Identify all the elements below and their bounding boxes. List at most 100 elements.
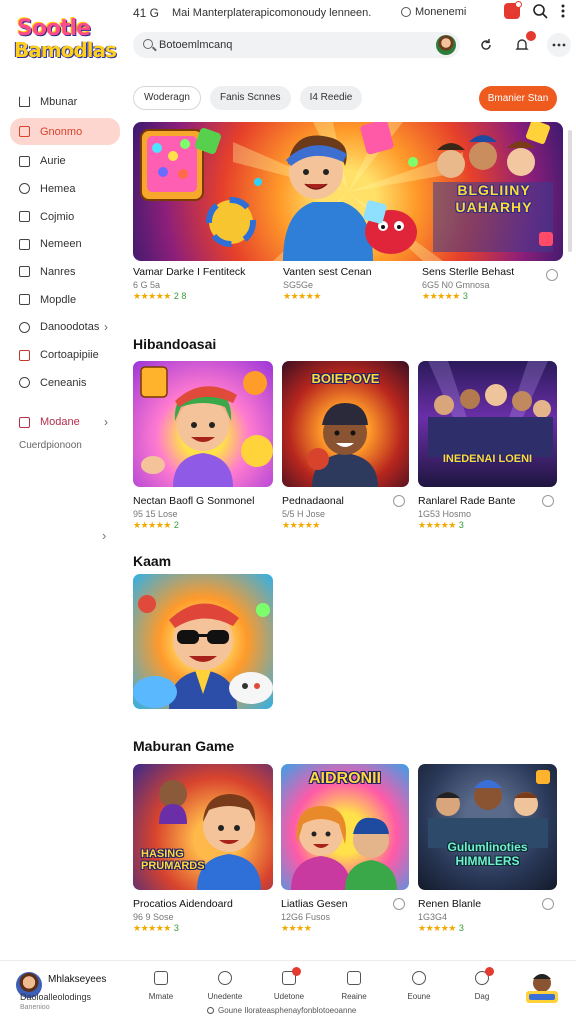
sidebar-item-4[interactable]: Cojmio bbox=[10, 203, 120, 231]
search-icon[interactable] bbox=[532, 3, 548, 19]
search-input[interactable] bbox=[159, 36, 419, 54]
more-options-icon[interactable] bbox=[542, 495, 554, 507]
search-bar[interactable] bbox=[133, 32, 460, 58]
search-icon bbox=[143, 39, 153, 49]
status-left-text: 41 G bbox=[133, 6, 160, 20]
game-meta: 96 9 Sose bbox=[133, 912, 174, 922]
nav-item-0[interactable]: Mmate bbox=[131, 971, 191, 1001]
filter-chip[interactable]: I4 Reedie bbox=[299, 86, 363, 110]
scrollbar[interactable] bbox=[568, 130, 572, 252]
sidebar-item-5[interactable]: Nemeen bbox=[10, 230, 120, 258]
notification-icon[interactable] bbox=[504, 1, 522, 19]
more-options-icon[interactable] bbox=[546, 269, 558, 281]
nav-item-2[interactable]: Udetone bbox=[259, 967, 319, 1001]
rating-number: 3 bbox=[458, 520, 464, 530]
app-logo[interactable]: Sootle Bamodlas bbox=[14, 16, 117, 66]
status-right: Monenemi bbox=[401, 6, 466, 18]
nav-label: Mmate bbox=[148, 992, 174, 1001]
chat-icon bbox=[19, 183, 30, 195]
nav-item-1[interactable]: Unedente bbox=[195, 971, 255, 1001]
game-card[interactable]: Sens Sterlle Behast 6G5 N0 Gmnosa ★★★★★ 3 bbox=[422, 266, 562, 302]
rating-number: 3 bbox=[458, 923, 464, 933]
home-icon bbox=[154, 971, 168, 985]
mail-icon bbox=[19, 266, 30, 278]
more-options-icon[interactable] bbox=[393, 495, 405, 507]
game-card[interactable]: Vamar Darke I Fentiteck 6 G 5a ★★★★★ 2 8 bbox=[133, 266, 273, 302]
game-title: Procatios Aidendoard bbox=[133, 898, 233, 910]
game-card[interactable]: HASING PRUMARDS Procatios Aidendoard 96 … bbox=[133, 764, 273, 934]
sidebar-item-10[interactable]: Ceneanis bbox=[10, 369, 120, 397]
more-options-icon[interactable] bbox=[393, 898, 405, 910]
game-card[interactable]: INEDENAI LOENI Ranlarel Rade Bante 1G53 … bbox=[418, 361, 558, 531]
game-rating: ★★★★★ 3 bbox=[422, 291, 562, 302]
header-actions bbox=[475, 31, 571, 57]
game-card[interactable]: Nectan Baofl G Sonmonel 95 15 Lose ★★★★★… bbox=[133, 361, 273, 531]
game-thumbnail bbox=[133, 574, 273, 709]
sidebar-item-label: Hemea bbox=[40, 182, 76, 195]
people-icon bbox=[218, 971, 232, 985]
alert-badge bbox=[526, 31, 536, 41]
filter-chip[interactable]: Fanis Scnnes bbox=[209, 86, 291, 110]
game-thumbnail: BOIEPOVE bbox=[282, 361, 409, 487]
user-subtitle: Daoloalleolodings bbox=[20, 992, 92, 1002]
nav-item-3[interactable]: Reaine bbox=[324, 971, 384, 1001]
game-rating: ★★★★★ 3 bbox=[133, 923, 273, 934]
download-icon bbox=[347, 971, 361, 985]
rating-stars: ★★★★★ bbox=[283, 291, 321, 301]
game-card[interactable]: BOIEPOVE Pednadaonal 5/5 H Jose ★★★★★ bbox=[282, 361, 409, 531]
nav-label: Dag bbox=[474, 992, 490, 1001]
sidebar-footer-label[interactable]: Cuerdpionoon bbox=[10, 436, 120, 456]
profile-game-thumbnail[interactable] bbox=[524, 969, 560, 1005]
chevron-right-icon: › bbox=[104, 415, 108, 430]
sidebar-item-1[interactable]: Gnonmo bbox=[10, 117, 120, 146]
sidebar: Mbunar Gnonmo Aurie Hemea Cojmio Nemeen … bbox=[10, 88, 120, 456]
sidebar-item-6[interactable]: Nanres bbox=[10, 258, 120, 286]
sidebar-item-11[interactable]: Modane › bbox=[10, 409, 120, 437]
sidebar-item-7[interactable]: Mopdle bbox=[10, 286, 120, 314]
sidebar-item-label: Modane bbox=[40, 416, 80, 429]
bag-icon bbox=[19, 349, 30, 361]
game-card[interactable]: AIDRONII Liatlias Gesen 12G6 Fusos ★★★★ bbox=[281, 764, 409, 934]
chat-icon bbox=[475, 967, 494, 985]
filter-chip[interactable]: Woderagn bbox=[133, 86, 201, 110]
rating-number: 3 bbox=[173, 923, 179, 933]
game-rating: ★★★★★ bbox=[282, 520, 409, 531]
chevron-right-icon[interactable]: › bbox=[102, 528, 106, 543]
section-title: Hibandoasai bbox=[133, 336, 217, 352]
banner-cta-button[interactable]: Bmanier Stan bbox=[479, 86, 557, 111]
sidebar-item-0[interactable]: Mbunar bbox=[10, 88, 120, 116]
game-card[interactable]: Gulumlinoties HIMMLERS Renen Blanle 1G3G… bbox=[418, 764, 558, 934]
sidebar-item-3[interactable]: Hemea bbox=[10, 175, 120, 203]
nav-item-5[interactable]: Dag bbox=[452, 967, 512, 1001]
game-art bbox=[428, 770, 550, 848]
game-meta: 6G5 N0 Gmnosa bbox=[422, 280, 490, 290]
nav-badge bbox=[292, 967, 301, 976]
rating-number: 2 bbox=[173, 520, 179, 530]
app-window: 41 G Mai Manterplaterapicomonoudy lennee… bbox=[0, 0, 576, 1024]
sidebar-item-label: Gnonmo bbox=[40, 125, 83, 138]
sidebar-item-8[interactable]: Danoodotas › bbox=[10, 314, 120, 342]
game-card[interactable]: Vanten sest Cenan SG5Ge ★★★★★ bbox=[283, 266, 423, 302]
nav-item-4[interactable]: Eoune bbox=[389, 971, 449, 1001]
more-vertical-icon[interactable] bbox=[560, 3, 566, 19]
refresh-button[interactable] bbox=[475, 34, 497, 56]
hero-banner[interactable]: BLGLIINY UAHARHY bbox=[133, 122, 563, 261]
game-rating: ★★★★★ 3 bbox=[418, 923, 558, 934]
more-options-icon[interactable] bbox=[542, 898, 554, 910]
game-thumbnail: INEDENAI LOENI bbox=[418, 361, 557, 487]
game-title: Nectan Baofl G Sonmonel bbox=[133, 495, 255, 507]
game-card[interactable] bbox=[133, 574, 273, 709]
time-icon bbox=[19, 377, 30, 389]
footer-line: Goune Ilorateasphenayfonblotoeoanne bbox=[207, 1006, 356, 1015]
refresh-icon bbox=[481, 39, 491, 50]
sidebar-item-9[interactable]: Cortoapipiie bbox=[10, 341, 120, 369]
filter-chips: Woderagn Fanis Scnnes I4 Reedie bbox=[133, 86, 363, 110]
more-button[interactable] bbox=[547, 33, 571, 57]
sidebar-item-2[interactable]: Aurie bbox=[10, 147, 120, 175]
avatar[interactable] bbox=[436, 35, 456, 55]
search-icon bbox=[412, 971, 426, 985]
game-rating: ★★★★★ 2 bbox=[133, 520, 273, 531]
game-meta: 12G6 Fusos bbox=[281, 912, 331, 922]
game-title: Ranlarel Rade Bante bbox=[418, 495, 516, 507]
alerts-button[interactable] bbox=[511, 31, 536, 56]
